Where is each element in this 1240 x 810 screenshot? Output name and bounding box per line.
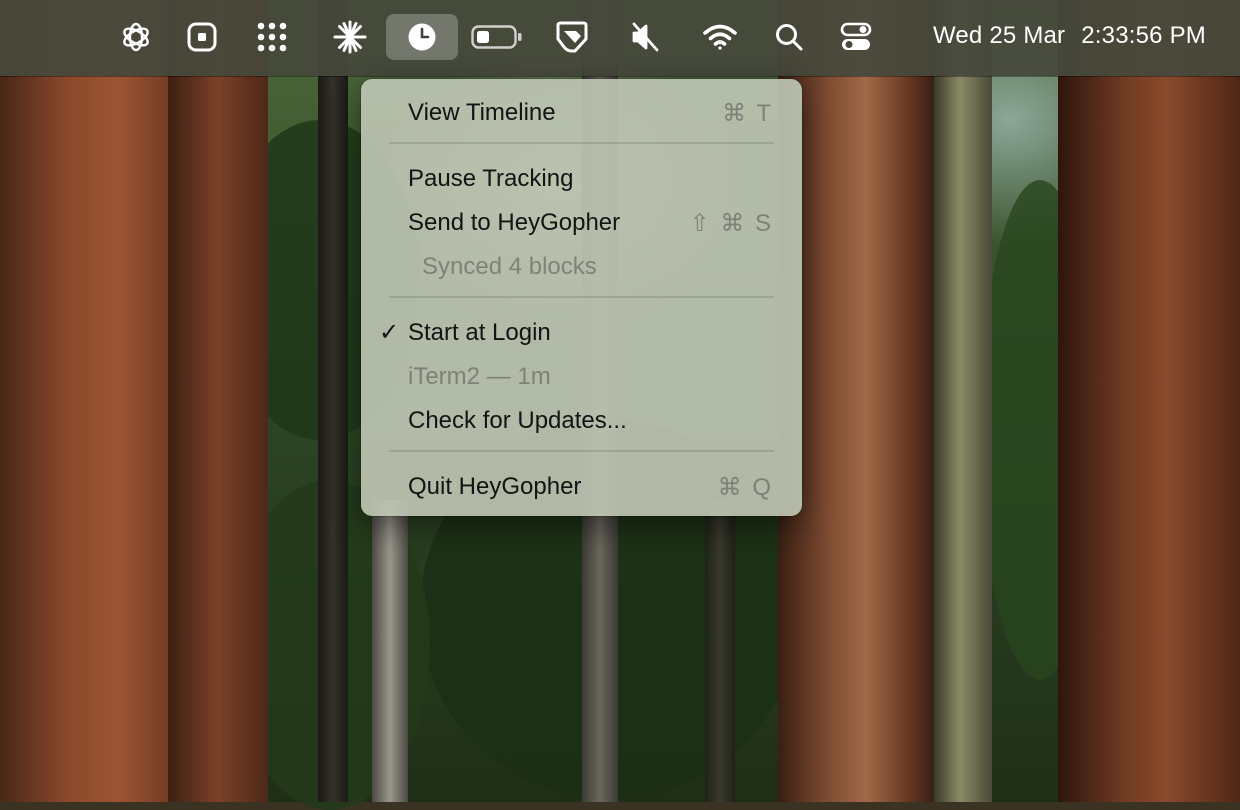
menu-item-start-at-login[interactable]: ✓ Start at Login [361, 312, 802, 352]
mute-icon[interactable] [622, 14, 668, 60]
battery-icon[interactable] [470, 14, 524, 60]
menu-separator [389, 450, 774, 452]
menu-item-shortcut: ⌘ T [722, 100, 773, 127]
spark-burst-icon[interactable] [327, 14, 373, 60]
tree-trunk [778, 0, 938, 802]
menu-item-label: View Timeline [408, 99, 556, 126]
menu-item-view-timeline[interactable]: View Timeline ⌘ T [361, 92, 802, 132]
menu-item-synced-status: Synced 4 blocks [361, 246, 802, 286]
menu-item-label: Pause Tracking [408, 165, 574, 192]
control-center-icon[interactable] [833, 14, 879, 60]
tree-trunk [705, 500, 735, 802]
menu-item-current-app: iTerm2 — 1m [361, 356, 802, 396]
wifi-icon[interactable] [697, 14, 743, 60]
menu-item-shortcut: ⇧ ⌘ S [689, 210, 773, 237]
tree-trunk [934, 0, 992, 802]
menu-item-quit[interactable]: Quit HeyGopher ⌘ Q [361, 466, 802, 506]
search-icon[interactable] [766, 14, 812, 60]
menu-item-label: Quit HeyGopher [408, 473, 582, 500]
tree-trunk [372, 500, 408, 802]
tree-trunk [318, 0, 348, 802]
menu-separator [389, 296, 774, 298]
checkmark-icon: ✓ [379, 319, 400, 346]
menu-item-label: iTerm2 — 1m [408, 363, 551, 390]
stop-square-icon[interactable] [179, 14, 225, 60]
menu-item-check-for-updates[interactable]: Check for Updates... [361, 400, 802, 440]
chatgpt-icon[interactable] [113, 14, 159, 60]
tree-trunk [1058, 0, 1240, 802]
menubar-date: Wed 25 Mar [932, 22, 1066, 49]
menu-item-shortcut: ⌘ Q [717, 474, 773, 501]
menubar-time: 2:33:56 PM [1081, 22, 1206, 49]
menu-item-label: Start at Login [408, 319, 551, 346]
menu-item-label: Synced 4 blocks [422, 253, 597, 280]
dot-grid-icon[interactable] [249, 14, 295, 60]
menu-separator [389, 142, 774, 144]
notch-app-icon[interactable] [549, 14, 595, 60]
heygopher-menu: View Timeline ⌘ T Pause Tracking Send to… [361, 79, 802, 516]
tree-trunk [168, 0, 268, 802]
menu-item-pause-tracking[interactable]: Pause Tracking [361, 158, 802, 198]
menu-item-label: Send to HeyGopher [408, 209, 621, 236]
heygopher-clock-icon[interactable] [386, 14, 458, 60]
menu-item-label: Check for Updates... [408, 407, 627, 434]
menu-bar: Wed 25 Mar 2:33:56 PM [0, 0, 1240, 76]
menubar-clock[interactable]: Wed 25 Mar 2:33:56 PM [933, 22, 1206, 52]
menu-item-send-to-heygopher[interactable]: Send to HeyGopher ⇧ ⌘ S [361, 202, 802, 242]
